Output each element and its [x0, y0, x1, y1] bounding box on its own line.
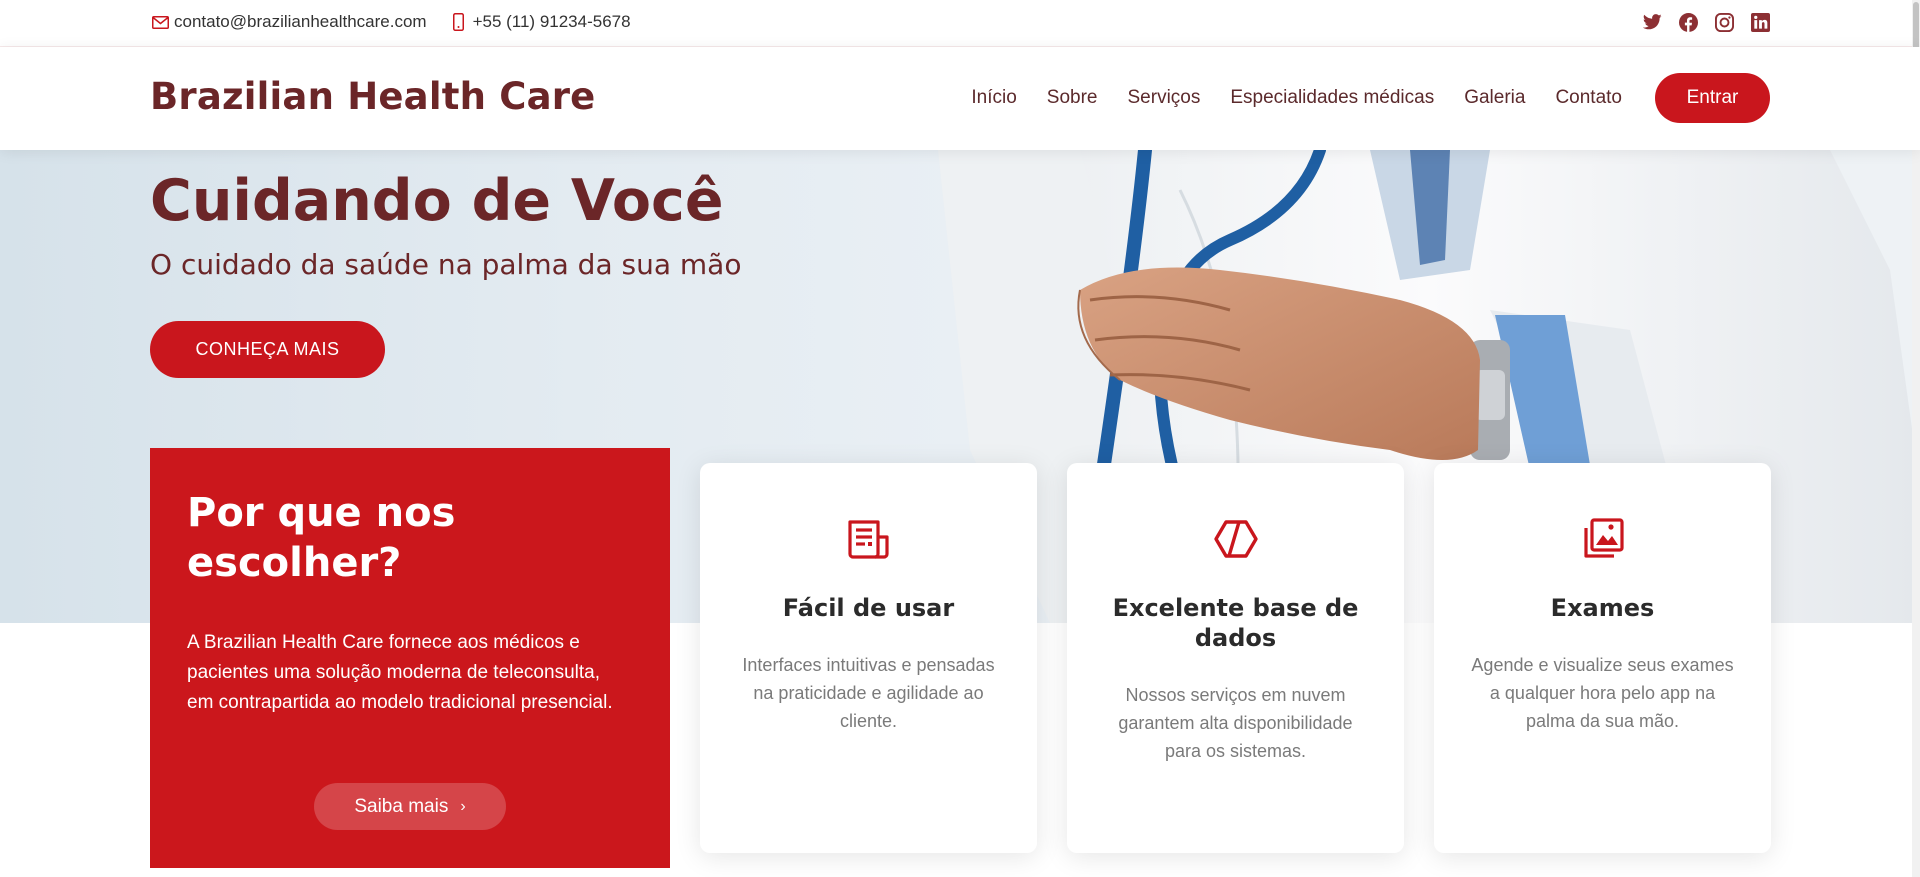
twitter-icon[interactable] — [1642, 12, 1662, 32]
hexagon-icon — [1212, 515, 1260, 563]
phone-icon — [449, 12, 469, 32]
envelope-icon — [150, 12, 170, 32]
contact-info: contato@brazilianhealthcare.com +55 (11)… — [150, 12, 653, 32]
main-header: Brazilian Health Care Início Sobre Servi… — [0, 47, 1920, 150]
login-button[interactable]: Entrar — [1655, 73, 1770, 123]
feature-text: Interfaces intuitivas e pensadas na prat… — [742, 655, 995, 731]
instagram-icon[interactable] — [1714, 12, 1734, 32]
saiba-mais-button[interactable]: Saiba mais › — [314, 783, 506, 830]
email-text: contato@brazilianhealthcare.com — [174, 12, 427, 31]
email-link[interactable]: contato@brazilianhealthcare.com — [150, 12, 427, 32]
feature-card-database: Excelente base de dados Nossos serviços … — [1067, 463, 1404, 853]
feature-text: Agende e visualize seus exames a qualque… — [1471, 655, 1734, 731]
phone-text: +55 (11) 91234-5678 — [472, 12, 631, 31]
document-icon — [845, 515, 893, 563]
feature-title: Excelente base de dados — [1112, 594, 1359, 652]
nav-servicos[interactable]: Serviços — [1128, 87, 1201, 109]
why-text: A Brazilian Health Care fornece aos médi… — [187, 632, 613, 713]
nav-especialidades[interactable]: Especialidades médicas — [1230, 87, 1434, 109]
chevron-right-icon: › — [460, 797, 466, 815]
feature-title: Fácil de usar — [782, 594, 955, 622]
why-choose-us-box: Por que nos escolher? A Brazilian Health… — [150, 448, 670, 868]
facebook-icon[interactable] — [1678, 12, 1698, 32]
hero-title: Cuidando de Você — [150, 168, 724, 234]
linkedin-icon[interactable] — [1750, 12, 1770, 32]
saiba-mais-label: Saiba mais — [354, 795, 449, 817]
hero-subtitle: O cuidado da saúde na palma da sua mão — [150, 248, 742, 281]
social-links — [1642, 12, 1770, 32]
top-bar: contato@brazilianhealthcare.com +55 (11)… — [0, 0, 1920, 47]
feature-card-exams: Exames Agende e visualize seus exames a … — [1434, 463, 1771, 853]
learn-more-hero-button[interactable]: CONHEÇA MAIS — [150, 321, 385, 378]
feature-title: Exames — [1550, 594, 1655, 622]
nav-galeria[interactable]: Galeria — [1464, 87, 1525, 109]
nav-sobre[interactable]: Sobre — [1047, 87, 1098, 109]
nav-inicio[interactable]: Início — [971, 87, 1016, 109]
why-title: Por que nos escolher? — [187, 490, 456, 586]
nav-contato[interactable]: Contato — [1555, 87, 1622, 109]
feature-text: Nossos serviços em nuvem garantem alta d… — [1118, 685, 1353, 761]
images-icon — [1579, 515, 1627, 563]
site-logo[interactable]: Brazilian Health Care — [150, 75, 595, 118]
main-nav: Início Sobre Serviços Especialidades méd… — [971, 73, 1770, 123]
phone-link[interactable]: +55 (11) 91234-5678 — [449, 12, 631, 32]
feature-card-easy: Fácil de usar Interfaces intuitivas e pe… — [700, 463, 1037, 853]
